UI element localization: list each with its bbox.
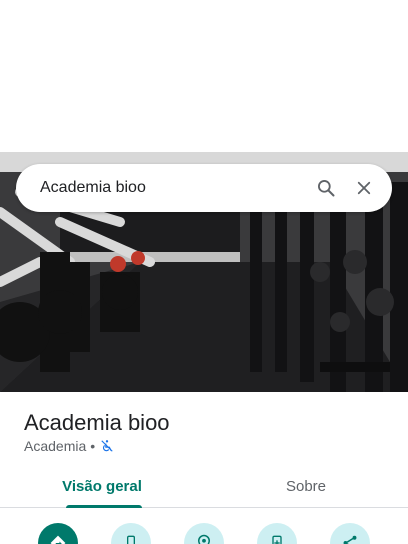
- save-location-button[interactable]: [184, 523, 224, 544]
- search-query[interactable]: Academia bioo: [16, 179, 314, 197]
- send-to-device-button[interactable]: [257, 523, 297, 544]
- share-button[interactable]: [330, 523, 370, 544]
- place-tabs: Visão geral Sobre: [0, 466, 408, 508]
- search-icon[interactable]: [314, 176, 338, 200]
- directions-button[interactable]: [38, 523, 78, 544]
- place-subtitle: Academia •: [24, 438, 114, 454]
- place-name: Academia bioo: [24, 410, 170, 435]
- phone-icon: [127, 535, 135, 544]
- close-icon[interactable]: [352, 176, 376, 200]
- share-icon: [343, 535, 357, 544]
- separator-dot: •: [90, 438, 96, 454]
- wheelchair-not-accessible-icon: [100, 439, 114, 453]
- place-category: Academia: [24, 438, 87, 454]
- call-button[interactable]: [111, 523, 151, 544]
- action-buttons-row: [0, 520, 408, 544]
- tab-overview[interactable]: Visão geral: [0, 466, 204, 508]
- directions-icon: [50, 535, 66, 544]
- add-to-device-icon: [272, 535, 282, 544]
- map-area-blank: [0, 0, 408, 152]
- save-location-icon: [197, 534, 211, 544]
- tab-about[interactable]: Sobre: [204, 466, 408, 507]
- search-bar[interactable]: Academia bioo: [16, 164, 392, 212]
